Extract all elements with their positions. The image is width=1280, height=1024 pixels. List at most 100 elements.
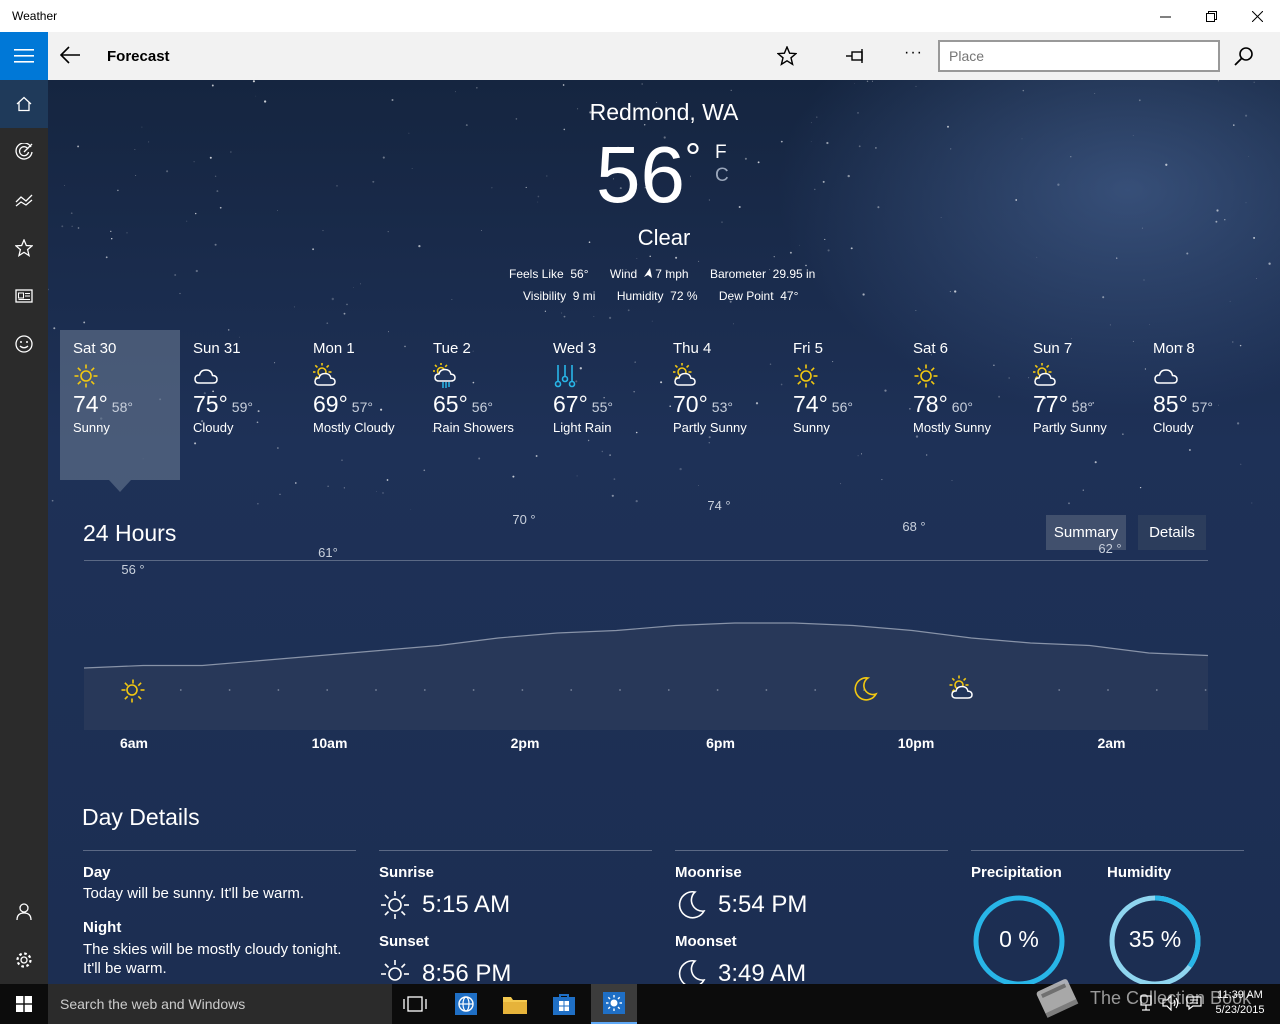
forecast-condition: Mostly Cloudy [313, 420, 395, 435]
taskbar-search-box[interactable]: Search the web and Windows [48, 984, 392, 1024]
star-particle [940, 217, 942, 218]
forecast-day-2[interactable]: Mon 1 69° 57° Mostly Cloudy [300, 330, 420, 480]
more-options-button[interactable]: ··· [904, 44, 923, 62]
start-button[interactable] [0, 984, 48, 1024]
hourly-time-label: 6am [119, 735, 149, 751]
forecast-day-6[interactable]: Fri 5 74° 56° Sunny [780, 330, 900, 480]
star-particle [193, 161, 195, 163]
hour-dot [472, 689, 475, 691]
task-view-button[interactable] [402, 993, 428, 1020]
humidity-label: Humidity [616, 289, 664, 303]
unit-celsius[interactable]: C [715, 165, 729, 187]
star-particle [649, 255, 651, 258]
star-particle [1165, 163, 1168, 166]
barometer-value: 29.95 in [772, 267, 816, 281]
restore-button[interactable] [1188, 0, 1234, 32]
forecast-day-8[interactable]: Sun 7 77° 58° Partly Sunny [1020, 330, 1140, 480]
nav-settings[interactable] [0, 936, 48, 984]
hourly-time-label: 2pm [510, 735, 540, 751]
forecast-day-name: Wed 3 [553, 340, 597, 357]
dew-point-value: 47° [780, 289, 799, 303]
clock-time: 11:39 AM [1217, 989, 1263, 1001]
nav-news[interactable] [0, 272, 48, 320]
forecast-day-0[interactable]: Sat 30 74° 58° Sunny [60, 330, 180, 480]
star-particle [230, 151, 232, 153]
star-particle [77, 145, 80, 148]
star-particle [641, 83, 643, 85]
dew-point-label: Dew Point [718, 289, 774, 303]
forecast-condition: Mostly Sunny [913, 420, 992, 435]
feels-like-label: Feels Like [509, 267, 564, 281]
favorite-button[interactable] [776, 45, 798, 71]
star-icon [15, 239, 33, 257]
nav-forecast[interactable] [0, 80, 48, 128]
gear-icon [16, 952, 32, 968]
forecast-day-1[interactable]: Sun 31 75° 59° Cloudy [180, 330, 300, 480]
star-particle [408, 132, 410, 134]
hourly-divider [84, 560, 1208, 561]
star-particle [1109, 324, 1111, 326]
taskbar-store[interactable] [552, 992, 576, 1021]
nav-account[interactable] [0, 888, 48, 936]
star-particle [1116, 257, 1118, 259]
forecast-day-name: Sat 6 [913, 340, 949, 357]
tray-volume-icon[interactable] [1162, 994, 1180, 1016]
forecast-day-3[interactable]: Tue 2 65° 56° Rain Showers [420, 330, 540, 480]
tray-notifications-icon[interactable] [1186, 995, 1202, 1016]
hourly-time-label: 2am [1097, 735, 1126, 751]
sunrise-time: 5:15 AM [422, 891, 511, 918]
wind-label: Wind [609, 267, 638, 281]
forecast-day-9[interactable]: Mon 8 85° 57° Cloudy [1140, 330, 1260, 480]
unit-fahrenheit[interactable]: F [715, 142, 727, 164]
forecast-low: 58° [1071, 399, 1093, 415]
store-icon [553, 994, 575, 1015]
search-button[interactable] [1234, 46, 1254, 71]
minimize-button[interactable] [1142, 0, 1188, 32]
star-particle [627, 309, 630, 312]
details-row-1: Feels Like 56° Wind 7 mph Barometer 29.9… [509, 267, 815, 281]
close-button[interactable] [1234, 0, 1280, 32]
star-particle [336, 185, 338, 187]
place-search-input[interactable] [938, 40, 1220, 72]
star-particle [1143, 279, 1145, 281]
hamburger-icon [14, 49, 34, 63]
nav-historical-weather[interactable] [0, 176, 48, 224]
forecast-high: 67° [553, 391, 588, 417]
nav-feedback[interactable] [0, 320, 48, 368]
star-particle [382, 156, 385, 159]
network-icon [1140, 995, 1152, 1011]
details-toggle-button[interactable]: Details [1138, 515, 1206, 550]
tray-clock[interactable]: 11:39 AM 5/23/2015 [1208, 988, 1272, 1018]
nav-sidebar [0, 80, 48, 984]
night-text: The skies will be mostly cloudy tonight.… [83, 941, 342, 977]
taskbar-file-explorer[interactable] [502, 992, 528, 1021]
hourly-temp-label: 68 ° [902, 519, 926, 534]
taskbar: Search the web and Windows The Collectio… [0, 979, 1280, 1024]
chat-bubble-icon [1186, 996, 1202, 1011]
nav-places[interactable] [0, 224, 48, 272]
forecast-high: 75° [193, 391, 228, 417]
forecast-day-5[interactable]: Thu 4 70° 53° Partly Sunny [660, 330, 780, 480]
speaker-icon [1162, 994, 1179, 1012]
star-particle [950, 148, 952, 150]
hourly-temp-label: 56 ° [121, 562, 145, 577]
taskbar-browser-app[interactable] [454, 992, 478, 1021]
forecast-day-7[interactable]: Sat 6 78° 60° Mostly Sunny [900, 330, 1020, 480]
forecast-day-4[interactable]: Wed 3 67° 55° Light Rain [540, 330, 660, 480]
star-particle [562, 84, 565, 86]
star-particle [451, 299, 453, 300]
hourly-time-label: 10am [311, 735, 348, 751]
humidity-value: 72 % [670, 289, 698, 303]
home-icon [16, 96, 32, 112]
star-particle [1021, 138, 1023, 140]
taskbar-weather-app[interactable] [591, 984, 637, 1024]
back-button[interactable] [59, 46, 80, 69]
forecast-day-name: Sat 30 [73, 340, 117, 357]
tray-network-icon[interactable] [1140, 995, 1156, 1016]
star-particle [698, 485, 699, 486]
star-particle [353, 287, 354, 289]
hamburger-menu-button[interactable] [0, 32, 48, 80]
pin-button[interactable] [845, 46, 867, 71]
nav-maps[interactable] [0, 128, 48, 176]
page-title: Forecast [107, 48, 170, 65]
